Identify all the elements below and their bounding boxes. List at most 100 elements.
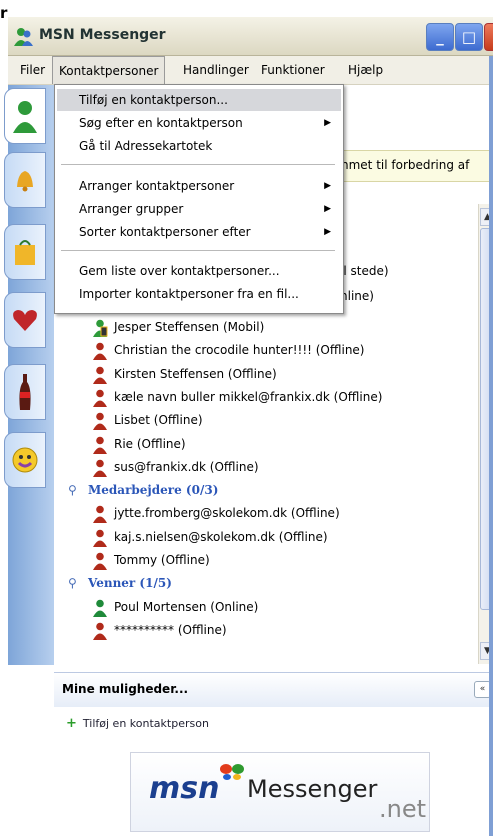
tab-fun[interactable] <box>4 432 46 488</box>
menu-item-save-list[interactable]: Gem liste over kontaktpersoner... <box>57 260 341 282</box>
menu-item-label: Sorter kontaktpersoner efter <box>79 225 251 239</box>
options-title: Mine muligheder... <box>62 682 189 696</box>
window-title: MSN Messenger <box>39 27 166 43</box>
menu-item-import-contacts[interactable]: Importer kontaktpersoner fra en fil... <box>57 283 341 305</box>
msn-messenger-banner[interactable]: msn Messenger .net <box>130 752 430 832</box>
msn-buddy-icon <box>12 26 34 48</box>
contact-row[interactable]: Lisbet (Offline) <box>92 409 203 431</box>
submenu-arrow-icon: ▶ <box>324 181 331 191</box>
contact-row[interactable]: jytte.fromberg@skolekom.dk (Offline) <box>92 502 340 524</box>
menu-handlinger[interactable]: Handlinger <box>177 56 255 84</box>
submenu-arrow-icon: ▶ <box>324 118 331 128</box>
cola-bottle-icon <box>19 374 31 410</box>
contact-row[interactable]: Tommy (Offline) <box>92 549 210 571</box>
menu-kontaktpersoner[interactable]: Kontaktpersoner <box>52 56 166 84</box>
offline-contact-icon <box>93 529 107 547</box>
offline-contact-icon <box>93 552 107 570</box>
contact-row[interactable]: ********** (Offline) <box>92 619 227 641</box>
background-partial-text: r <box>0 4 8 22</box>
menu-item-search-contact[interactable]: Søg efter en kontaktperson ▶ <box>57 112 341 134</box>
contact-row[interactable]: Christian the crocodile hunter!!!! (Offl… <box>92 339 364 361</box>
contact-name: Rie (Offline) <box>114 437 186 451</box>
buddy-icon <box>13 101 37 133</box>
menu-item-arrange-contacts[interactable]: Arranger kontaktpersoner ▶ <box>57 175 341 197</box>
shopping-bag-icon <box>15 240 35 265</box>
contact-row[interactable]: Kirsten Steffensen (Offline) <box>92 363 277 385</box>
group-label: Medarbejdere (0/3) <box>88 483 219 497</box>
menu-separator <box>61 164 335 165</box>
minimize-button[interactable]: _ <box>426 23 454 51</box>
contact-group-header[interactable]: ⚲ Medarbejdere (0/3) <box>68 479 218 501</box>
contact-row[interactable]: sus@frankix.dk (Offline) <box>92 456 259 478</box>
offline-contact-icon <box>93 342 107 360</box>
options-header[interactable]: Mine muligheder... « <box>54 672 493 707</box>
menu-item-label: Arranger kontaktpersoner <box>79 179 235 193</box>
heart-icon <box>13 310 37 331</box>
tab-contacts[interactable] <box>4 88 46 144</box>
maximize-button[interactable]: □ <box>455 23 483 51</box>
add-contact-link[interactable]: + Tilføj en kontaktperson <box>66 716 209 731</box>
menu-item-arrange-groups[interactable]: Arranger grupper ▶ <box>57 198 341 220</box>
contact-name: Tommy (Offline) <box>114 553 210 567</box>
group-label: Venner (1/5) <box>88 576 172 590</box>
smiley-icon <box>12 447 38 473</box>
offline-contact-icon <box>93 459 107 477</box>
contact-name: kæle navn buller mikkel@frankix.dk (Offl… <box>114 390 383 404</box>
plus-icon: + <box>66 716 77 731</box>
group-toggle-icon[interactable]: ⚲ <box>68 572 82 594</box>
menu-filer[interactable]: Filer <box>14 56 51 84</box>
tab-coca-cola[interactable] <box>4 364 46 420</box>
butterfly-icon <box>219 763 245 785</box>
msn-logo-text: msn <box>149 771 220 806</box>
menu-hjaelp[interactable]: Hjælp <box>342 56 389 84</box>
group-toggle-icon[interactable]: ⚲ <box>68 479 82 501</box>
messenger-logo-text: Messenger <box>247 775 378 803</box>
contact-row[interactable]: Rie (Offline) <box>92 433 186 455</box>
net-logo-text: .net <box>379 795 427 823</box>
menu-funktioner[interactable]: Funktioner <box>255 56 331 84</box>
contact-name: Christian the crocodile hunter!!!! (Offl… <box>114 343 365 357</box>
menu-separator <box>61 250 335 251</box>
window-border <box>489 56 493 836</box>
menu-item-label: Arranger grupper <box>79 202 184 216</box>
submenu-arrow-icon: ▶ <box>324 227 331 237</box>
close-button[interactable] <box>484 23 493 51</box>
menu-item-sort-contacts[interactable]: Sorter kontaktpersoner efter ▶ <box>57 221 341 243</box>
tab-shopping[interactable] <box>4 224 46 280</box>
kontaktpersoner-dropdown-menu: Tilføj en kontaktperson... Søg efter en … <box>54 84 344 314</box>
offline-contact-icon <box>93 366 107 384</box>
contact-row[interactable]: Poul Mortensen (Online) <box>92 596 258 618</box>
title-bar[interactable]: MSN Messenger _ □ <box>8 17 493 56</box>
online-contact-icon <box>93 599 107 617</box>
bell-icon <box>17 171 33 192</box>
contact-name: Lisbet (Offline) <box>114 413 203 427</box>
menu-item-label: Importer kontaktpersoner fra en fil... <box>79 287 299 301</box>
offline-contact-icon <box>93 389 107 407</box>
contact-name: Poul Mortensen (Online) <box>114 600 259 614</box>
offline-contact-icon <box>93 412 107 430</box>
menu-item-address-book[interactable]: Gå til Adressekartotek <box>57 135 341 157</box>
add-contact-label: Tilføj en kontaktperson <box>82 717 209 730</box>
offline-contact-icon <box>93 436 107 454</box>
notice-banner[interactable]: nmet til forbedring af <box>334 150 493 182</box>
submenu-arrow-icon: ▶ <box>324 204 331 214</box>
contact-row[interactable]: Jesper Steffensen (Mobil) <box>92 316 264 338</box>
offline-contact-icon <box>93 622 107 640</box>
menu-item-label: Søg efter en kontaktperson <box>79 116 243 130</box>
contact-row[interactable]: kaj.s.nielsen@skolekom.dk (Offline) <box>92 526 328 548</box>
menu-item-label: Tilføj en kontaktperson... <box>79 93 228 107</box>
contact-group-header[interactable]: ⚲ Venner (1/5) <box>68 572 172 594</box>
contact-name: ********** (Offline) <box>114 623 227 637</box>
offline-contact-icon <box>93 505 107 523</box>
menu-item-add-contact[interactable]: Tilføj en kontaktperson... <box>57 89 341 111</box>
tab-dating[interactable] <box>4 292 46 348</box>
contact-name: kaj.s.nielsen@skolekom.dk (Offline) <box>114 530 328 544</box>
messenger-window: r MSN Messenger _ □ Filer Kontaktpersone… <box>0 0 493 836</box>
contact-name: Kirsten Steffensen (Offline) <box>114 367 277 381</box>
contact-row[interactable]: kæle navn buller mikkel@frankix.dk (Offl… <box>92 386 382 408</box>
menu-item-label: Gå til Adressekartotek <box>79 139 213 153</box>
mobile-contact-icon <box>93 319 108 337</box>
partial-contact-text: nline) <box>340 289 374 303</box>
tab-alerts[interactable] <box>4 152 46 208</box>
menu-bar: Filer Kontaktpersoner Handlinger Funktio… <box>8 56 493 85</box>
